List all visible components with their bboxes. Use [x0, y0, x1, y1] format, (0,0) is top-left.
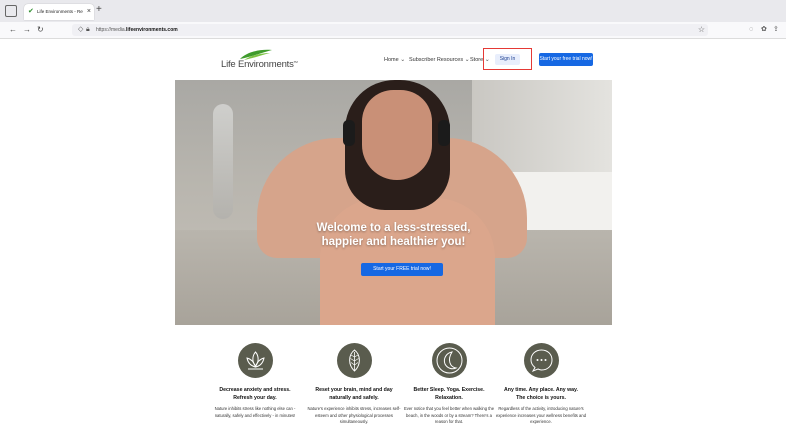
feature-title-line-2: The choice is yours.: [516, 395, 566, 401]
logo-text: Life EnvironmentsTM: [221, 59, 298, 70]
moon-icon: [431, 343, 467, 378]
feature-card: Any time. Any place. Any way. The choice…: [493, 343, 589, 426]
feature-title-line-2: naturally and safely.: [329, 395, 379, 401]
feature-card: Better Sleep. Yoga. Exercise. Relaxation…: [401, 343, 497, 426]
address-bar[interactable]: ◇ 🔒︎ https://media.lifeenvironments.com …: [72, 24, 708, 36]
hero-title-line-2: happier and healthier you!: [321, 236, 466, 248]
nav-home[interactable]: Home ⌄: [384, 56, 405, 64]
hero-person-face: [362, 90, 432, 180]
share-icon[interactable]: ⇪: [773, 24, 779, 36]
bookmark-star-icon[interactable]: ☆: [698, 24, 705, 36]
headphones-icon: [438, 120, 450, 146]
forward-icon[interactable]: →: [23, 24, 31, 36]
browser-tab[interactable]: ✔ Life Environments - Refresh Yo... ×: [24, 4, 94, 20]
chevron-down-icon: ⌄: [400, 57, 406, 63]
new-tab-icon[interactable]: +: [96, 3, 102, 17]
site-header: Life EnvironmentsTM Home ⌄ Subscriber Re…: [0, 39, 786, 80]
hero-start-trial-button[interactable]: Start your FREE trial now!: [361, 263, 443, 276]
reload-icon[interactable]: ↻: [37, 24, 44, 36]
pocket-icon[interactable]: ◌: [749, 24, 753, 36]
feature-title-line-2: Refresh your day.: [233, 395, 277, 401]
nav-subscriber-resources[interactable]: Subscriber Resources ⌄: [409, 56, 470, 64]
extensions-icon[interactable]: ✿: [761, 24, 767, 36]
lock-icon[interactable]: 🔒︎: [86, 24, 90, 36]
feature-title: Any time. Any place. Any way. The choice…: [493, 386, 589, 402]
hero-background-lamp: [213, 104, 233, 219]
leaf-icon: [336, 343, 372, 378]
feature-description: Nature's experience inhibits stress, inc…: [307, 406, 401, 425]
feature-title-line-1: Decrease anxiety and stress.: [219, 387, 291, 393]
headphones-icon: [343, 120, 355, 146]
hero-banner: Welcome to a less-stressed, happier and …: [175, 80, 612, 325]
lotus-icon: [237, 343, 273, 378]
hero-title-line-1: Welcome to a less-stressed,: [316, 222, 471, 234]
feature-card: Reset your brain, mind and day naturally…: [306, 343, 402, 426]
sign-in-button[interactable]: Sign In: [495, 54, 520, 65]
feature-card: Decrease anxiety and stress. Refresh you…: [207, 343, 303, 419]
feature-description: Ever notice that you feel better when wa…: [403, 406, 495, 425]
browser-nav-bar: ← → ↻ ◇ 🔒︎ https://media.lifeenvironment…: [0, 22, 786, 39]
feature-description: Regardless of the activity, introducing …: [495, 406, 587, 425]
feature-title-line-1: Better Sleep. Yoga. Exercise.: [413, 387, 485, 393]
leaf-favicon-icon: ✔: [28, 8, 34, 15]
url-text[interactable]: https://media.lifeenvironments.com: [96, 24, 178, 36]
browser-tab-bar: ✔ Life Environments - Refresh Yo... × +: [0, 0, 786, 22]
chevron-down-icon: ⌄: [464, 57, 470, 63]
back-icon[interactable]: ←: [9, 24, 17, 36]
hero-person-body: [320, 198, 495, 325]
feature-title: Reset your brain, mind and day naturally…: [306, 386, 402, 402]
feature-title-line-1: Reset your brain, mind and day: [315, 387, 393, 393]
logo[interactable]: Life EnvironmentsTM: [221, 49, 298, 73]
feature-title-line-2: Relaxation.: [435, 395, 463, 401]
feature-description: Nature inhibits stress like nothing else…: [214, 406, 296, 418]
feature-title: Better Sleep. Yoga. Exercise. Relaxation…: [401, 386, 497, 402]
feature-title: Decrease anxiety and stress. Refresh you…: [207, 386, 303, 402]
hero-title: Welcome to a less-stressed, happier and …: [175, 221, 612, 249]
start-trial-button[interactable]: Start your free trial now!: [539, 53, 593, 66]
feature-title-line-1: Any time. Any place. Any way.: [504, 387, 578, 393]
sidebar-icon[interactable]: [5, 5, 17, 17]
chat-bubble-icon: [523, 343, 559, 378]
shield-icon[interactable]: ◇: [78, 24, 83, 36]
tab-title: Life Environments - Refresh Yo...: [37, 9, 83, 14]
close-tab-icon[interactable]: ×: [87, 7, 91, 16]
